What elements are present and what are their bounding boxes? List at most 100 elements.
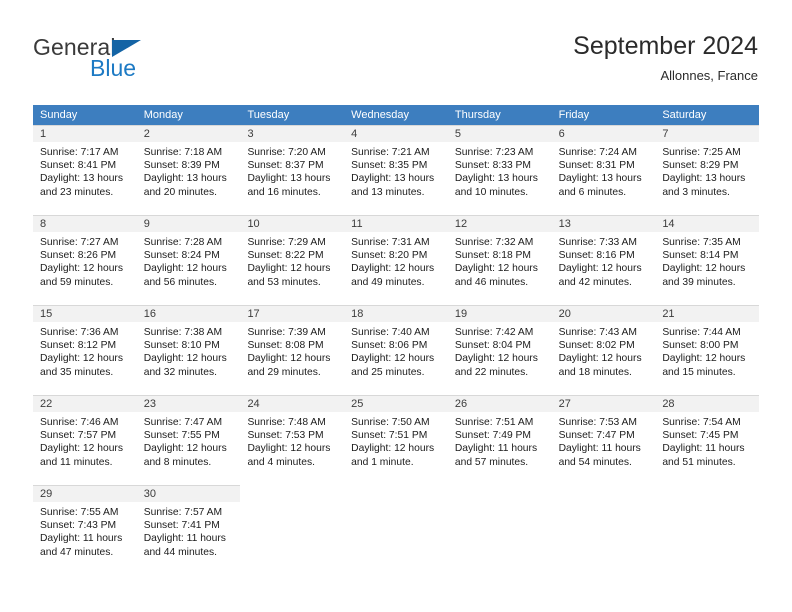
daylight-duration-line2: and 15 minutes. (662, 366, 736, 378)
day-details: Sunrise: 7:32 AM Sunset: 8:18 PM Daylight:… (448, 232, 552, 289)
daylight-duration-line1: Daylight: 13 hours (558, 173, 642, 185)
day-cell[interactable]: 22 Sunrise: 7:46 AM Sunset: 7:57 PM Dayligh… (33, 395, 137, 485)
day-cell[interactable]: 13 Sunrise: 7:33 AM Sunset: 8:16 PM Dayligh… (551, 215, 656, 305)
daylight-duration-line2: and 23 minutes. (40, 186, 114, 198)
sunrise-time: Sunrise: 7:38 AM (143, 327, 223, 338)
daylight-duration-line2: and 53 minutes. (247, 276, 321, 288)
sunset-time: Sunset: 8:00 PM (662, 340, 739, 352)
day-cell[interactable]: 23 Sunrise: 7:47 AM Sunset: 7:55 PM Dayligh… (136, 395, 241, 485)
day-cell[interactable]: 11 Sunrise: 7:31 AM Sunset: 8:20 PM Dayligh… (344, 215, 448, 305)
day-cell[interactable]: 8 Sunrise: 7:27 AM Sunset: 8:26 PM Daylight… (33, 215, 137, 305)
daylight-duration-line2: and 20 minutes. (143, 186, 217, 198)
calendar-week-row: 15 Sunrise: 7:36 AM Sunset: 8:12 PM Dayligh… (33, 305, 760, 395)
day-cell[interactable]: 18 Sunrise: 7:40 AM Sunset: 8:06 PM Dayligh… (344, 305, 448, 395)
daylight-duration-line1: Daylight: 12 hours (247, 353, 331, 365)
day-number: 2 (143, 128, 150, 140)
daylight-duration-line1: Daylight: 11 hours (454, 443, 538, 455)
day-number-band: 25 (344, 395, 448, 412)
day-number: 26 (454, 398, 468, 410)
day-cell-empty (344, 485, 448, 575)
sunset-time: Sunset: 8:12 PM (40, 340, 117, 352)
day-cell[interactable]: 5 Sunrise: 7:23 AM Sunset: 8:33 PM Daylight… (447, 125, 552, 215)
day-details: Sunrise: 7:25 AM Sunset: 8:29 PM Daylight:… (655, 142, 759, 199)
day-number-band: 3 (240, 125, 345, 142)
daylight-duration-line2: and 22 minutes. (454, 366, 529, 378)
sunrise-time: Sunrise: 7:47 AM (143, 417, 223, 428)
day-details: Sunrise: 7:51 AM Sunset: 7:49 PM Daylight:… (448, 412, 552, 469)
daylight-duration-line1: Daylight: 12 hours (454, 353, 538, 365)
day-number-band: 14 (655, 215, 760, 232)
day-details: Sunrise: 7:47 AM Sunset: 7:55 PM Daylight:… (137, 412, 241, 469)
day-cell-empty (447, 485, 552, 575)
day-cell[interactable]: 16 Sunrise: 7:38 AM Sunset: 8:10 PM Dayligh… (136, 305, 241, 395)
sunset-time: Sunset: 8:41 PM (40, 160, 117, 172)
day-cell[interactable]: 7 Sunrise: 7:25 AM Sunset: 8:29 PM Daylight… (655, 125, 760, 215)
sunset-time: Sunset: 8:37 PM (247, 160, 324, 172)
day-number-band (240, 485, 345, 502)
day-number: 22 (40, 398, 53, 410)
day-cell[interactable]: 6 Sunrise: 7:24 AM Sunset: 8:31 PM Daylight… (551, 125, 656, 215)
sunset-time: Sunset: 8:22 PM (247, 250, 324, 262)
day-cell[interactable]: 12 Sunrise: 7:32 AM Sunset: 8:18 PM Dayligh… (447, 215, 552, 305)
day-number-band: 5 (447, 125, 552, 142)
weekday-monday: Monday (143, 109, 183, 121)
day-cell[interactable]: 4 Sunrise: 7:21 AM Sunset: 8:35 PM Daylight… (344, 125, 448, 215)
day-cell[interactable]: 27 Sunrise: 7:53 AM Sunset: 7:47 PM Dayligh… (551, 395, 656, 485)
day-cell[interactable]: 21 Sunrise: 7:44 AM Sunset: 8:00 PM Dayligh… (655, 305, 760, 395)
day-cell[interactable]: 28 Sunrise: 7:54 AM Sunset: 7:45 PM Dayligh… (655, 395, 760, 485)
day-cell[interactable]: 1 Sunrise: 7:17 AM Sunset: 8:41 PM Daylight… (33, 125, 137, 215)
day-cell[interactable]: 17 Sunrise: 7:39 AM Sunset: 8:08 PM Dayligh… (240, 305, 345, 395)
day-cell[interactable]: 15 Sunrise: 7:36 AM Sunset: 8:12 PM Dayligh… (33, 305, 137, 395)
daylight-duration-line2: and 6 minutes. (558, 186, 627, 198)
general-blue-logo[interactable]: General Blue (33, 34, 233, 86)
day-cell[interactable]: 3 Sunrise: 7:20 AM Sunset: 8:37 PM Daylight… (240, 125, 345, 215)
sunset-time: Sunset: 7:43 PM (40, 520, 117, 532)
sunrise-time: Sunrise: 7:24 AM (558, 147, 638, 158)
daylight-duration-line2: and 29 minutes. (247, 366, 321, 378)
day-cell[interactable]: 2 Sunrise: 7:18 AM Sunset: 8:39 PM Daylight… (136, 125, 241, 215)
day-number: 21 (662, 308, 675, 320)
sunset-time: Sunset: 8:26 PM (40, 250, 117, 262)
sunset-time: Sunset: 7:49 PM (454, 430, 532, 442)
sunrise-time: Sunrise: 7:31 AM (351, 237, 430, 248)
day-details: Sunrise: 7:40 AM Sunset: 8:06 PM Daylight:… (344, 322, 448, 379)
daylight-duration-line1: Daylight: 11 hours (558, 443, 641, 455)
sunset-time: Sunset: 8:35 PM (351, 160, 428, 172)
daylight-duration-line1: Daylight: 12 hours (40, 353, 123, 365)
day-cell-empty (240, 485, 345, 575)
day-details: Sunrise: 7:43 AM Sunset: 8:02 PM Daylight:… (552, 322, 656, 379)
day-cell[interactable]: 29 Sunrise: 7:55 AM Sunset: 7:43 PM Dayligh… (33, 485, 137, 575)
sunset-time: Sunset: 7:45 PM (662, 430, 739, 442)
day-cell[interactable]: 25 Sunrise: 7:50 AM Sunset: 7:51 PM Dayligh… (344, 395, 448, 485)
day-details (448, 502, 552, 506)
sunrise-time: Sunrise: 7:28 AM (143, 237, 223, 248)
calendar-week-row: 1 Sunrise: 7:17 AM Sunset: 8:41 PM Daylight… (33, 125, 760, 215)
day-cell[interactable]: 26 Sunrise: 7:51 AM Sunset: 7:49 PM Dayligh… (447, 395, 552, 485)
weekday-thursday: Thursday (454, 109, 501, 121)
day-details: Sunrise: 7:36 AM Sunset: 8:12 PM Daylight:… (33, 322, 137, 379)
daylight-duration-line1: Daylight: 12 hours (247, 443, 331, 455)
calendar-week-row: 22 Sunrise: 7:46 AM Sunset: 7:57 PM Dayligh… (33, 395, 760, 485)
day-number-band: 12 (447, 215, 552, 232)
daylight-duration-line2: and 1 minute. (351, 456, 414, 468)
day-number-band: 26 (447, 395, 552, 412)
day-number: 27 (558, 398, 571, 410)
day-number: 4 (351, 128, 358, 140)
day-cell[interactable]: 24 Sunrise: 7:48 AM Sunset: 7:53 PM Dayligh… (240, 395, 345, 485)
day-details: Sunrise: 7:18 AM Sunset: 8:39 PM Daylight:… (137, 142, 241, 199)
day-number-band: 6 (551, 125, 656, 142)
daylight-duration-line2: and 13 minutes. (351, 186, 425, 198)
day-cell[interactable]: 10 Sunrise: 7:29 AM Sunset: 8:22 PM Dayligh… (240, 215, 345, 305)
day-number: 6 (558, 128, 565, 140)
day-cell[interactable]: 14 Sunrise: 7:35 AM Sunset: 8:14 PM Dayligh… (655, 215, 760, 305)
day-details: Sunrise: 7:57 AM Sunset: 7:41 PM Daylight:… (137, 502, 241, 559)
sunset-time: Sunset: 8:29 PM (662, 160, 739, 172)
day-cell[interactable]: 19 Sunrise: 7:42 AM Sunset: 8:04 PM Dayligh… (447, 305, 552, 395)
sunrise-time: Sunrise: 7:33 AM (558, 237, 638, 248)
daylight-duration-line2: and 11 minutes. (40, 456, 113, 468)
daylight-duration-line1: Daylight: 12 hours (662, 263, 746, 275)
day-cell[interactable]: 9 Sunrise: 7:28 AM Sunset: 8:24 PM Daylight… (136, 215, 241, 305)
day-cell[interactable]: 30 Sunrise: 7:57 AM Sunset: 7:41 PM Dayligh… (136, 485, 241, 575)
day-cell[interactable]: 20 Sunrise: 7:43 AM Sunset: 8:02 PM Dayligh… (551, 305, 656, 395)
day-number: 17 (247, 308, 260, 320)
